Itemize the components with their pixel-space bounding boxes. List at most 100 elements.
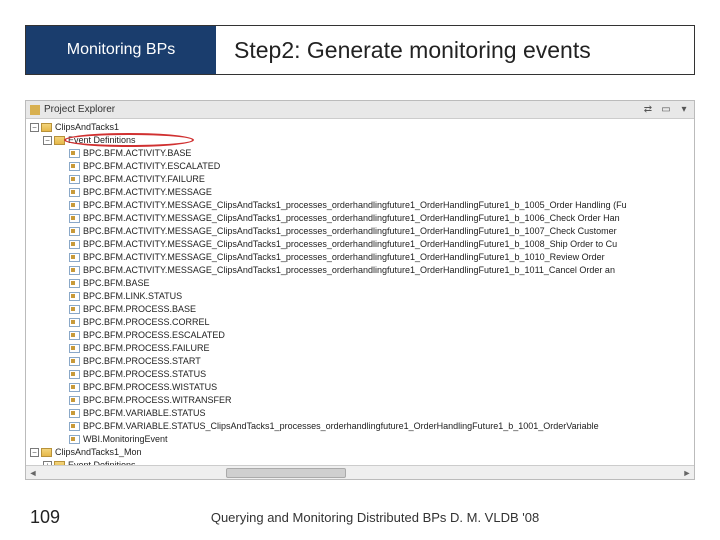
tree-item[interactable]: BPC.BFM.PROCESS.START [26, 355, 694, 368]
tree-root[interactable]: − ClipsAndTacks1 [26, 121, 694, 134]
event-def-icon [69, 383, 80, 392]
event-def-icon [69, 409, 80, 418]
event-def-icon [69, 149, 80, 158]
tree-item[interactable]: BPC.BFM.ACTIVITY.MESSAGE_ClipsAndTacks1_… [26, 225, 694, 238]
event-definitions-node[interactable]: − Event Definitions [26, 134, 694, 147]
tree: − ClipsAndTacks1 − Event Definitions BPC… [26, 119, 694, 480]
tree-item-label: BPC.BFM.PROCESS.ESCALATED [83, 329, 225, 342]
collapse-all-icon[interactable]: ▭ [660, 104, 672, 116]
tree-item[interactable]: BPC.BFM.BASE [26, 277, 694, 290]
tree-item[interactable]: BPC.BFM.ACTIVITY.ESCALATED [26, 160, 694, 173]
project-icon [41, 448, 52, 457]
tree-item[interactable]: BPC.BFM.ACTIVITY.FAILURE [26, 173, 694, 186]
tree-item-label: BPC.BFM.BASE [83, 277, 150, 290]
tree-item-label: BPC.BFM.LINK.STATUS [83, 290, 182, 303]
tree-item[interactable]: BPC.BFM.ACTIVITY.MESSAGE_ClipsAndTacks1_… [26, 199, 694, 212]
tree-item[interactable]: BPC.BFM.ACTIVITY.MESSAGE_ClipsAndTacks1_… [26, 238, 694, 251]
scroll-right-icon[interactable]: ► [680, 466, 694, 480]
tree-item-label: BPC.BFM.VARIABLE.STATUS [83, 407, 206, 420]
explorer-title: Project Explorer [44, 104, 115, 115]
tree-item[interactable]: BPC.BFM.VARIABLE.STATUS [26, 407, 694, 420]
expand-toggle-icon[interactable]: − [43, 136, 52, 145]
event-def-icon [69, 370, 80, 379]
event-def-icon [69, 266, 80, 275]
tree-item-label: BPC.BFM.PROCESS.BASE [83, 303, 196, 316]
event-def-icon [69, 279, 80, 288]
event-def-icon [69, 396, 80, 405]
expand-toggle-icon[interactable]: − [30, 448, 39, 457]
tree-item-label: BPC.BFM.PROCESS.WITRANSFER [83, 394, 232, 407]
event-def-icon [69, 422, 80, 431]
event-def-icon [69, 253, 80, 262]
explorer-titlebar: Project Explorer ⇄ ▭ ▾ [26, 101, 694, 119]
tree-item[interactable]: BPC.BFM.PROCESS.ESCALATED [26, 329, 694, 342]
tree-item-label: BPC.BFM.PROCESS.FAILURE [83, 342, 210, 355]
tree-item[interactable]: BPC.BFM.PROCESS.WISTATUS [26, 381, 694, 394]
tree-item-label: BPC.BFM.PROCESS.STATUS [83, 368, 206, 381]
tree-root-label: ClipsAndTacks1 [55, 121, 119, 134]
tree-item-label: BPC.BFM.ACTIVITY.MESSAGE_ClipsAndTacks1_… [83, 212, 620, 225]
horizontal-scrollbar[interactable]: ◄ ► [26, 465, 694, 479]
tree-item[interactable]: BPC.BFM.PROCESS.FAILURE [26, 342, 694, 355]
header-tag-text: Monitoring BPs [67, 41, 176, 59]
event-def-icon [69, 435, 80, 444]
tree-item[interactable]: BPC.BFM.PROCESS.CORREL [26, 316, 694, 329]
folder-icon [54, 136, 65, 145]
header-title: Step2: Generate monitoring events [216, 26, 694, 74]
page-number: 109 [30, 507, 60, 528]
event-def-icon [69, 344, 80, 353]
tree-root-2-label: ClipsAndTacks1_Mon [55, 446, 142, 459]
event-def-icon [69, 162, 80, 171]
tree-item[interactable]: BPC.BFM.VARIABLE.STATUS_ClipsAndTacks1_p… [26, 420, 694, 433]
tree-item-label: BPC.BFM.PROCESS.START [83, 355, 201, 368]
tree-item-label: BPC.BFM.PROCESS.WISTATUS [83, 381, 217, 394]
event-def-icon [69, 331, 80, 340]
event-def-icon [69, 201, 80, 210]
tree-item[interactable]: BPC.BFM.ACTIVITY.MESSAGE_ClipsAndTacks1_… [26, 212, 694, 225]
event-def-icon [69, 188, 80, 197]
event-def-icon [69, 227, 80, 236]
event-def-icon [69, 240, 80, 249]
header-title-text: Step2: Generate monitoring events [234, 37, 591, 64]
tree-item[interactable]: BPC.BFM.ACTIVITY.MESSAGE_ClipsAndTacks1_… [26, 264, 694, 277]
tree-item-label: BPC.BFM.ACTIVITY.MESSAGE [83, 186, 212, 199]
slide-footer: 109 Querying and Monitoring Distributed … [0, 507, 720, 528]
event-definitions-label: Event Definitions [68, 134, 136, 147]
event-def-icon [69, 318, 80, 327]
tree-item[interactable]: BPC.BFM.ACTIVITY.MESSAGE [26, 186, 694, 199]
event-def-icon [69, 357, 80, 366]
tree-item-label: WBI.MonitoringEvent [83, 433, 168, 446]
view-menu-icon[interactable]: ▾ [678, 104, 690, 116]
tree-item[interactable]: BPC.BFM.PROCESS.BASE [26, 303, 694, 316]
project-icon [41, 123, 52, 132]
tree-item-label: BPC.BFM.PROCESS.CORREL [83, 316, 210, 329]
tree-item[interactable]: WBI.MonitoringEvent [26, 433, 694, 446]
tree-item-label: BPC.BFM.ACTIVITY.MESSAGE_ClipsAndTacks1_… [83, 251, 605, 264]
tree-item[interactable]: BPC.BFM.LINK.STATUS [26, 290, 694, 303]
tree-item-label: BPC.BFM.ACTIVITY.MESSAGE_ClipsAndTacks1_… [83, 199, 627, 212]
tree-item-label: BPC.BFM.ACTIVITY.MESSAGE_ClipsAndTacks1_… [83, 238, 617, 251]
explorer-icon [30, 105, 40, 115]
tree-item[interactable]: BPC.BFM.ACTIVITY.BASE [26, 147, 694, 160]
event-def-icon [69, 305, 80, 314]
tree-item[interactable]: BPC.BFM.PROCESS.STATUS [26, 368, 694, 381]
header-tag: Monitoring BPs [26, 26, 216, 74]
event-def-icon [69, 214, 80, 223]
tree-item-label: BPC.BFM.ACTIVITY.MESSAGE_ClipsAndTacks1_… [83, 264, 615, 277]
expand-toggle-icon[interactable]: − [30, 123, 39, 132]
footer-citation: Querying and Monitoring Distributed BPs … [60, 510, 690, 525]
scrollbar-thumb[interactable] [226, 468, 346, 478]
scroll-left-icon[interactable]: ◄ [26, 466, 40, 480]
tree-root-2[interactable]: − ClipsAndTacks1_Mon [26, 446, 694, 459]
project-explorer-panel: Project Explorer ⇄ ▭ ▾ − ClipsAndTacks1 … [25, 100, 695, 480]
slide-header: Monitoring BPs Step2: Generate monitorin… [25, 25, 695, 75]
tree-item-label: BPC.BFM.ACTIVITY.FAILURE [83, 173, 205, 186]
tree-item[interactable]: BPC.BFM.ACTIVITY.MESSAGE_ClipsAndTacks1_… [26, 251, 694, 264]
event-def-icon [69, 175, 80, 184]
tree-item-label: BPC.BFM.ACTIVITY.MESSAGE_ClipsAndTacks1_… [83, 225, 617, 238]
tree-item[interactable]: BPC.BFM.PROCESS.WITRANSFER [26, 394, 694, 407]
event-def-icon [69, 292, 80, 301]
link-with-editor-icon[interactable]: ⇄ [642, 104, 654, 116]
tree-item-label: BPC.BFM.VARIABLE.STATUS_ClipsAndTacks1_p… [83, 420, 599, 433]
tree-item-label: BPC.BFM.ACTIVITY.ESCALATED [83, 160, 220, 173]
